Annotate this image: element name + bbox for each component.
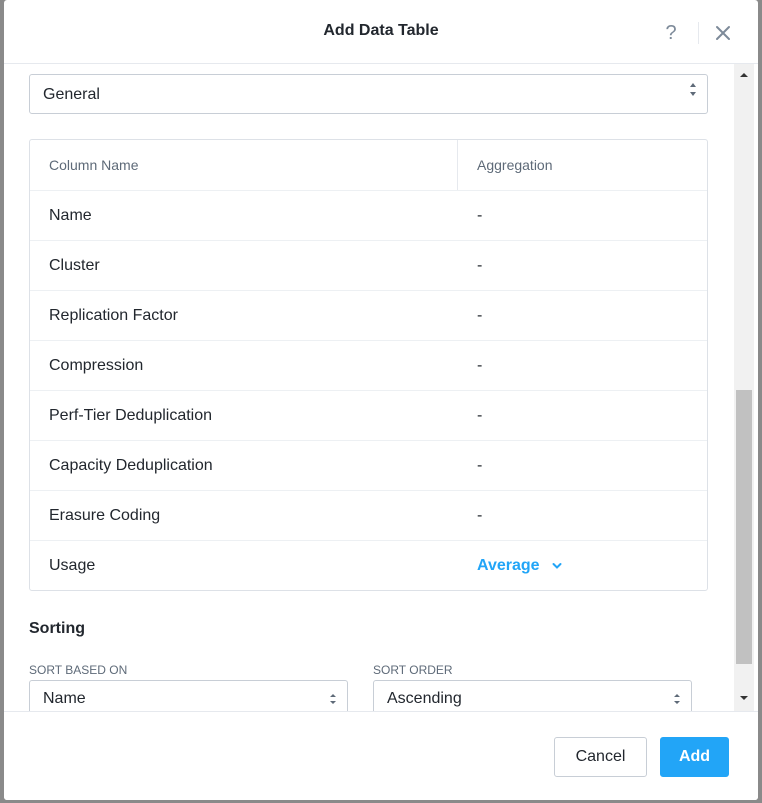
- sort-order-value: Ascending: [387, 690, 462, 707]
- sort-based-on-label: SORT BASED ON: [29, 663, 128, 677]
- aggregation-value: -: [477, 257, 483, 274]
- table-row: Replication Factor -: [30, 290, 707, 340]
- aggregation-header: Aggregation: [477, 157, 553, 173]
- aggregation-value: -: [477, 407, 483, 424]
- sorting-heading: Sorting: [29, 620, 85, 637]
- aggregation-value: -: [477, 357, 483, 374]
- add-data-table-dialog: Add Data Table ? General Column Name Agg…: [4, 0, 758, 800]
- column-name: Erasure Coding: [49, 507, 161, 524]
- sort-arrows-icon: [673, 689, 681, 709]
- scroll-up-arrow-icon[interactable]: [734, 68, 754, 82]
- sort-arrows-icon: [329, 689, 337, 709]
- sort-based-on-select[interactable]: Name: [29, 680, 348, 711]
- vertical-scrollbar[interactable]: [734, 64, 754, 711]
- sort-order-label: SORT ORDER: [373, 663, 453, 677]
- help-icon[interactable]: ?: [660, 20, 682, 46]
- table-row: Capacity Deduplication -: [30, 440, 707, 490]
- column-name: Capacity Deduplication: [49, 457, 213, 474]
- column-name: Name: [49, 207, 92, 224]
- aggregation-value: -: [477, 207, 483, 224]
- aggregation-value: -: [477, 307, 483, 324]
- table-row: Erasure Coding -: [30, 490, 707, 540]
- column-name: Replication Factor: [49, 307, 178, 324]
- view-select-value: General: [43, 86, 100, 103]
- table-row: Name -: [30, 190, 707, 240]
- header-divider: [698, 22, 699, 44]
- aggregation-value: -: [477, 457, 483, 474]
- aggregation-dropdown[interactable]: Average: [477, 541, 562, 590]
- sort-order-select[interactable]: Ascending: [373, 680, 692, 711]
- column-name: Perf-Tier Deduplication: [49, 407, 213, 424]
- add-button[interactable]: Add: [660, 737, 729, 777]
- dialog-header: Add Data Table ?: [4, 0, 758, 64]
- view-select[interactable]: General: [29, 74, 708, 114]
- aggregation-value: -: [477, 507, 483, 524]
- scrollbar-thumb[interactable]: [736, 390, 752, 664]
- columns-table: Column Name Aggregation Name - Cluster -…: [29, 139, 708, 591]
- dialog-title: Add Data Table: [323, 22, 439, 39]
- table-row: Perf-Tier Deduplication -: [30, 390, 707, 440]
- column-name: Usage: [49, 557, 96, 574]
- scroll-down-arrow-icon[interactable]: [734, 691, 754, 705]
- close-icon[interactable]: [711, 20, 735, 46]
- column-name-header: Column Name: [49, 157, 139, 173]
- header-divider: [457, 140, 458, 190]
- aggregation-dropdown-label: Average: [477, 557, 540, 574]
- chevron-down-icon: [552, 541, 562, 590]
- sort-arrows-icon: [689, 81, 697, 101]
- column-name: Cluster: [49, 257, 100, 274]
- dialog-footer: Cancel Add: [4, 711, 758, 800]
- cancel-button[interactable]: Cancel: [554, 737, 647, 777]
- table-row: Cluster -: [30, 240, 707, 290]
- table-row: Compression -: [30, 340, 707, 390]
- column-name: Compression: [49, 357, 144, 374]
- sort-based-on-value: Name: [43, 690, 86, 707]
- dialog-body: General Column Name Aggregation Name - C…: [4, 64, 758, 711]
- table-row: Usage Average: [30, 540, 707, 590]
